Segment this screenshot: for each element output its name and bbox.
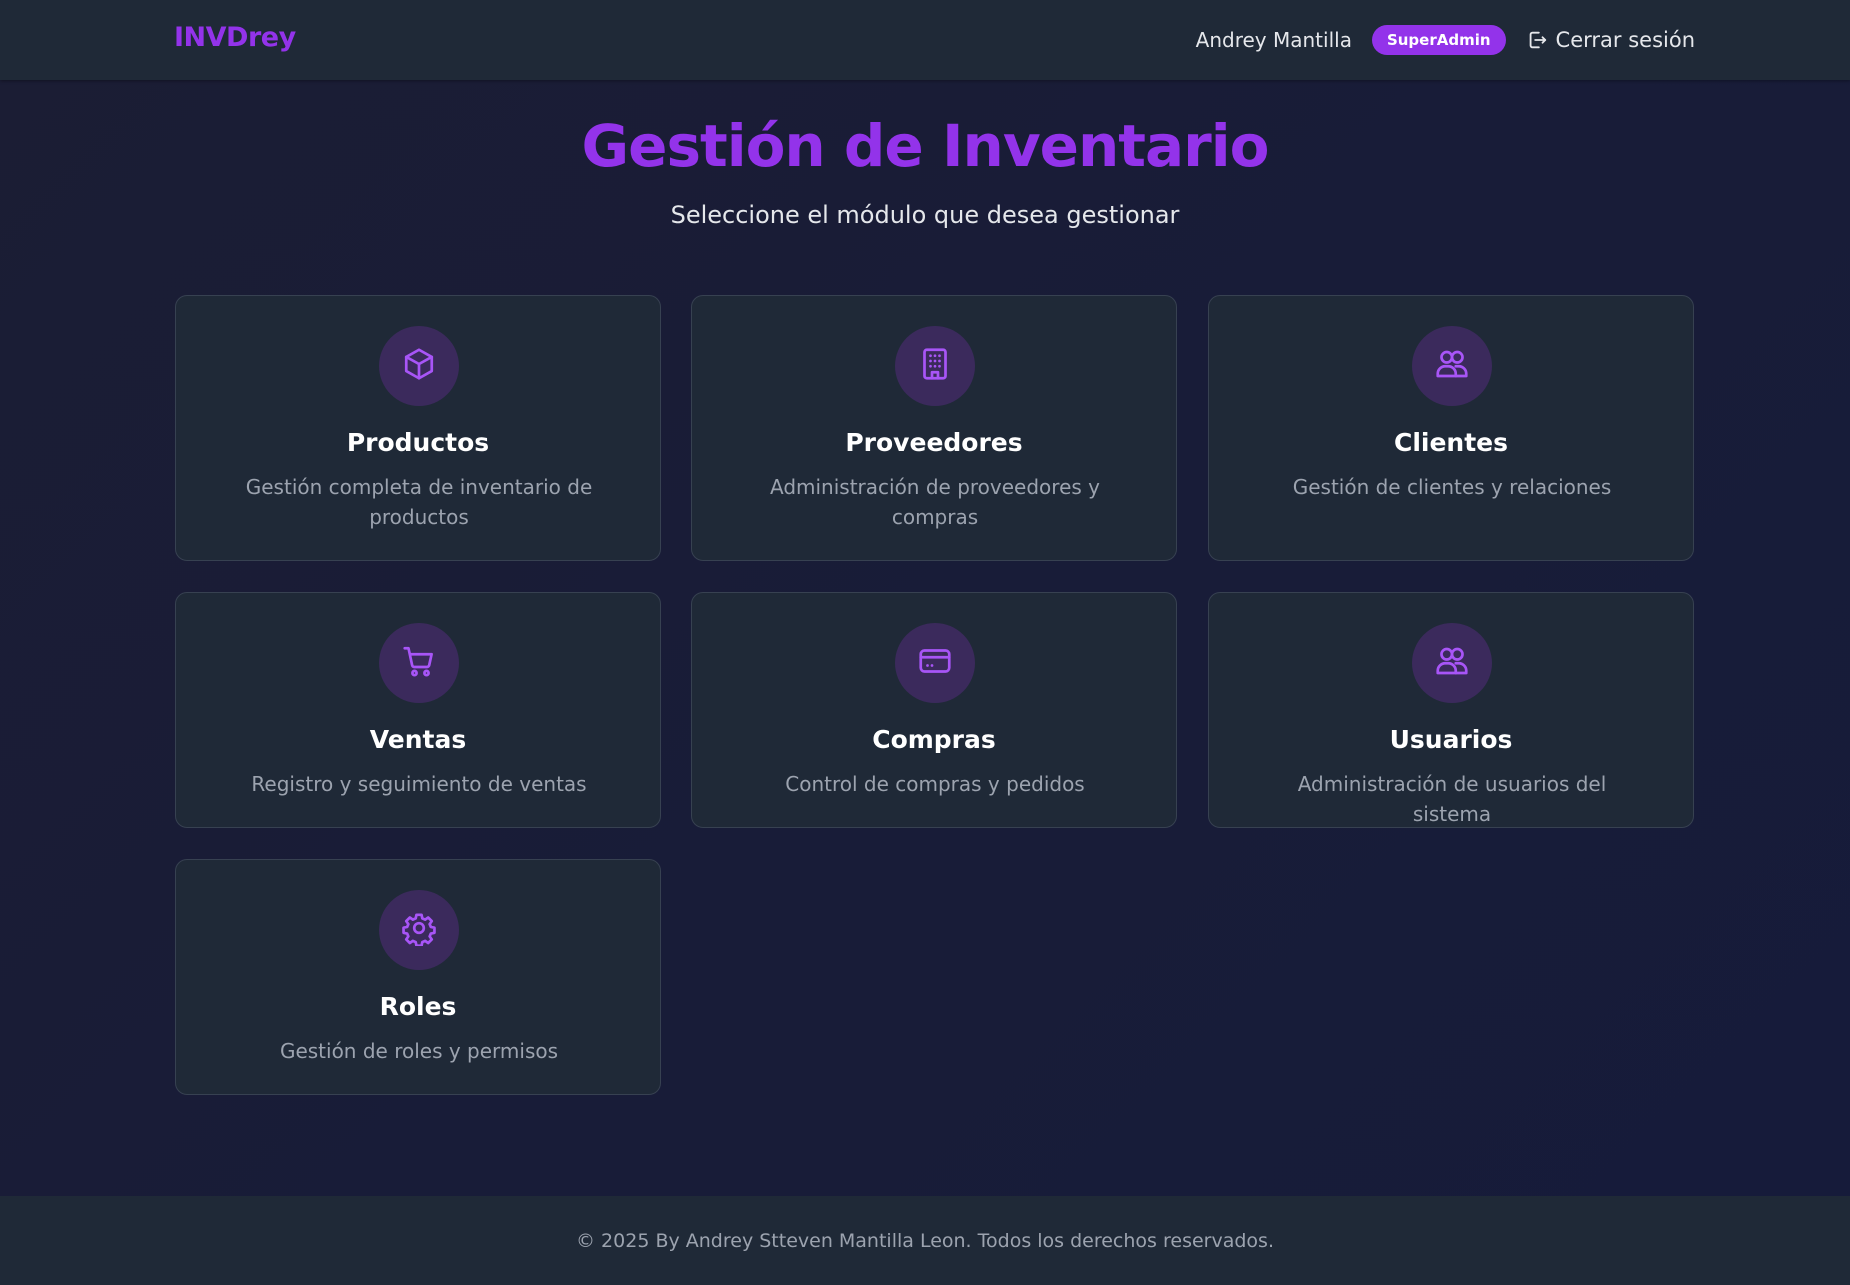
module-card-roles[interactable]: Roles Gestión de roles y permisos [175, 859, 661, 1095]
card-description: Administración de proveedores y compras [769, 475, 1100, 529]
icon-circle [379, 890, 459, 970]
logout-label: Cerrar sesión [1555, 28, 1695, 52]
card-description: Gestión de clientes y relaciones [1292, 475, 1612, 499]
page-title: Gestión de Inventario [581, 112, 1270, 180]
cart-icon [401, 643, 437, 683]
card-description: Registro y seguimiento de ventas [251, 772, 587, 796]
logout-icon [1526, 29, 1548, 51]
module-card-clientes[interactable]: Clientes Gestión de clientes y relacione… [1208, 295, 1694, 561]
gear-icon [401, 910, 437, 950]
users-icon [1434, 643, 1470, 683]
module-card-compras[interactable]: Compras Control de compras y pedidos [691, 592, 1177, 828]
icon-circle [895, 326, 975, 406]
icon-circle [895, 623, 975, 703]
users-icon [1434, 346, 1470, 386]
page-footer: © 2025 By Andrey Stteven Mantilla Leon. … [0, 1196, 1850, 1285]
building-icon [917, 346, 953, 386]
module-card-ventas[interactable]: Ventas Registro y seguimiento de ventas [175, 592, 661, 828]
icon-circle [379, 326, 459, 406]
card-description: Control de compras y pedidos [785, 772, 1085, 796]
card-title: Productos [346, 428, 490, 457]
card-description: Gestión de roles y permisos [279, 1039, 559, 1063]
role-badge: SuperAdmin [1371, 25, 1506, 55]
module-card-usuarios[interactable]: Usuarios Administración de usuarios del … [1208, 592, 1694, 828]
card-description: Gestión completa de inventario de produc… [245, 475, 593, 529]
top-navbar: INVDrey Andrey Mantilla SuperAdmin Cerra… [0, 0, 1850, 80]
icon-circle [1412, 623, 1492, 703]
card-description: Administración de usuarios del sistema [1297, 772, 1607, 826]
card-title: Roles [379, 992, 457, 1021]
card-title: Ventas [369, 725, 467, 754]
card-title: Clientes [1393, 428, 1509, 457]
module-card-productos[interactable]: Productos Gestión completa de inventario… [175, 295, 661, 561]
page-subtitle: Seleccione el módulo que desea gestionar [670, 201, 1180, 229]
user-name: Andrey Mantilla [1195, 28, 1352, 52]
icon-circle [1412, 326, 1492, 406]
card-title: Usuarios [1389, 725, 1513, 754]
box-icon [401, 346, 437, 386]
icon-circle [379, 623, 459, 703]
credit-card-icon [917, 643, 953, 683]
card-title: Proveedores [845, 428, 1023, 457]
card-title: Compras [872, 725, 996, 754]
footer-copyright: © 2025 By Andrey Stteven Mantilla Leon. … [576, 1229, 1274, 1252]
logout-button[interactable]: Cerrar sesión [1526, 28, 1695, 52]
module-card-proveedores[interactable]: Proveedores Administración de proveedore… [691, 295, 1177, 561]
nav-user-area: Andrey Mantilla SuperAdmin Cerrar sesión [1196, 0, 1695, 80]
brand-logo[interactable]: INVDrey [174, 22, 296, 53]
